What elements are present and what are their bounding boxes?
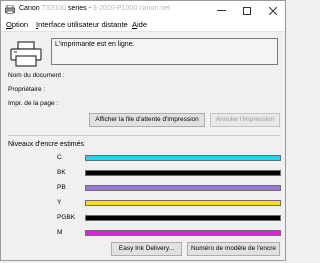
title-series: series - (67, 5, 91, 12)
printer-status-window: Canon TS3100 series - 3-2010-P1000.canon… (0, 0, 286, 261)
minimize-icon (216, 10, 226, 12)
title-bar[interactable]: Canon TS3100 series - 3-2010-P1000.canon… (1, 1, 285, 19)
printer-icon (10, 41, 42, 67)
close-icon (268, 6, 278, 15)
printer-app-icon (5, 5, 15, 14)
ink-level-bar-pgbk (85, 215, 281, 221)
close-button[interactable] (260, 1, 286, 19)
cancel-printing-button[interactable]: Annuler l'impression (210, 113, 280, 127)
ink-level-bar-m (85, 230, 281, 236)
ink-level-bar-pb (85, 185, 281, 191)
ink-name-m: M (57, 229, 63, 236)
title-host-redacted: 3-2010-P1000.canon.net (92, 5, 170, 12)
window-title: Canon TS3100 series - 3-2010-P1000.canon… (19, 5, 170, 12)
status-message: L'imprimante est en ligne. (55, 41, 135, 48)
document-name-label: Nom du document : (8, 72, 65, 79)
menu-bar: Option Interface utilisateur distante Ai… (1, 19, 285, 32)
ink-level-bar-bk (85, 170, 281, 176)
status-message-box: L'imprimante est en ligne. (51, 38, 278, 65)
ink-name-c: C (57, 154, 62, 161)
ink-name-pgbk: PGBK (57, 214, 76, 221)
menu-option[interactable]: Option (6, 20, 28, 29)
menu-remote-ui-label: nterface utilisateur distante (38, 20, 128, 29)
ink-level-bar-c (85, 155, 281, 161)
ink-name-pb: PB (57, 184, 66, 191)
ink-name-bk: BK (57, 169, 66, 176)
printing-page-label: Impr. de la page : (8, 100, 59, 107)
menu-remote-ui[interactable]: Interface utilisateur distante (36, 20, 128, 29)
show-print-queue-button[interactable]: Afficher la file d'attente d'impression (89, 113, 205, 127)
menu-help-label: ide (137, 20, 148, 29)
easy-ink-delivery-button[interactable]: Easy Ink Delivery... (111, 242, 182, 256)
ink-level-bar-y (85, 200, 281, 206)
ink-name-y: Y (57, 199, 62, 206)
owner-label: Propriétaire : (8, 86, 46, 93)
maximize-button[interactable] (234, 1, 260, 19)
separator (8, 135, 280, 136)
title-model-redacted: TS3100 (41, 5, 66, 12)
ink-model-number-button[interactable]: Numéro de modèle de l'encre (187, 242, 280, 256)
title-prefix: Canon (19, 5, 40, 12)
maximize-icon (243, 6, 251, 15)
minimize-button[interactable] (208, 1, 234, 19)
menu-option-label: ption (11, 20, 29, 29)
menu-help[interactable]: Aide (132, 20, 147, 29)
ink-levels-title: Niveaux d'encre estimés (8, 141, 85, 148)
